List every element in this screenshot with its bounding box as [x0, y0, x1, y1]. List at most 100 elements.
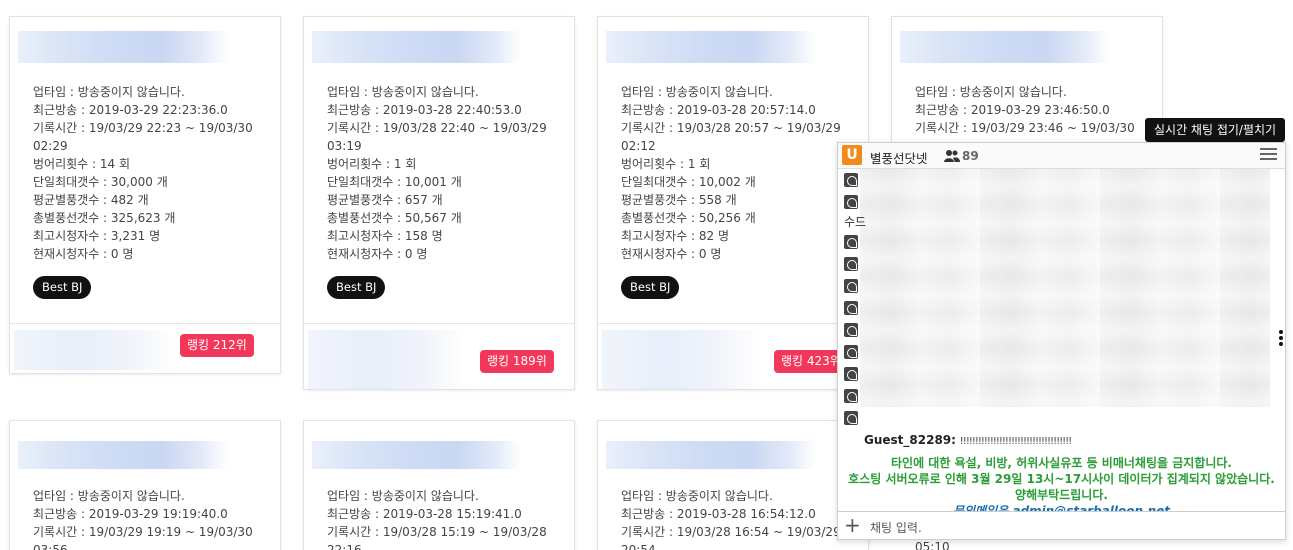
rank-badge-icon [844, 279, 858, 293]
chat-message-guest: Guest_82289: !!!!!!!!!!!!!!!!!!!!!!!!!!!… [844, 433, 1072, 447]
balloon-count-text: 벙어리횟수 : 1 회 [327, 157, 417, 171]
record-time-text: 기록시간 : 19/03/28 22:40 ~ 19/03/29 03:19 [327, 121, 547, 153]
rank-badge-icon [844, 389, 858, 403]
users-icon [944, 150, 960, 162]
recent-broadcast-text: 최근방송 : 2019-03-28 16:54:12.0 [621, 507, 816, 521]
uptime-text: 업타임 : 방송중이지 않습니다. [327, 85, 479, 99]
bj-stats: 업타임 : 방송중이지 않습니다. 최근방송 : 2019-03-29 22:2… [33, 83, 270, 263]
recent-broadcast-text: 최근방송 : 2019-03-28 20:57:14.0 [621, 103, 816, 117]
rank-badge[interactable]: 랭킹 189위 [480, 350, 554, 373]
rank-badge-icon [844, 323, 858, 337]
bj-thumbnail[interactable] [312, 441, 574, 469]
recent-broadcast-text: 최근방송 : 2019-03-29 22:23:36.0 [33, 103, 228, 117]
notice-line-2: 호스팅 서버오류로 인해 3월 29일 13시~17시사이 데이터가 집계되지 … [848, 472, 1275, 486]
uptime-text: 업타임 : 방송중이지 않습니다. [915, 85, 1067, 99]
bj-stats: 업타임 : 방송중이지 않습니다. 최근방송 : 2019-03-28 20:5… [621, 83, 858, 263]
current-viewers-text: 현재시청자수 : 0 명 [621, 247, 722, 261]
rank-badge-icon [844, 367, 858, 381]
notice-mail[interactable]: 문의메일은 admin@starballoon.net [838, 503, 1285, 511]
recent-broadcast-text: 최근방송 : 2019-03-28 15:19:41.0 [327, 507, 522, 521]
record-time-text: 기록시간 : 19/03/28 16:54 ~ 19/03/29 20:54 [621, 525, 841, 550]
bj-stats: 업타임 : 방송중이지 않습니다. 최근방송 : 2019-03-28 22:4… [327, 83, 564, 263]
chat-input[interactable]: 채팅 입력. [870, 519, 922, 536]
single-max-text: 단일최대갯수 : 10,001 개 [327, 175, 462, 189]
rank-badge-icon [844, 345, 858, 359]
bj-thumbnail[interactable] [606, 441, 868, 469]
uptime-text: 업타임 : 방송중이지 않습니다. [33, 489, 185, 503]
record-time-text: 기록시간 : 19/03/29 22:23 ~ 19/03/30 02:29 [33, 121, 253, 153]
bj-card-5[interactable]: 업타임 : 방송중이지 않습니다. 최근방송 : 2019-03-29 19:1… [9, 420, 281, 550]
hidden-card-record-tail: 05:10 [915, 540, 950, 550]
notice-line-3: 양해부탁드립니다. [1015, 488, 1108, 502]
message-fragment: 수드 [844, 215, 867, 229]
page: 업타임 : 방송중이지 않습니다. 최근방송 : 2019-03-29 22:2… [0, 0, 1293, 550]
record-time-text: 기록시간 : 19/03/29 23:46 ~ 19/03/30 [915, 121, 1135, 135]
guest-message: !!!!!!!!!!!!!!!!!!!!!!!!!!!!!!!!!!!!! [959, 436, 1072, 447]
uptime-text: 업타임 : 방송중이지 않습니다. [327, 489, 479, 503]
bj-card-1[interactable]: 업타임 : 방송중이지 않습니다. 최근방송 : 2019-03-29 22:2… [9, 16, 281, 374]
best-bj-badge: Best BJ [327, 276, 386, 299]
plus-icon[interactable]: + [844, 515, 861, 535]
chat-messages[interactable]: 수드 Guest_82289: !!!!!!!!!!!!!!!!!!!!!!!!… [838, 169, 1285, 511]
bj-stats: 업타임 : 방송중이지 않습니다. 최근방송 : 2019-03-28 16:5… [621, 487, 858, 550]
recent-broadcast-text: 최근방송 : 2019-03-29 23:46:50.0 [915, 103, 1110, 117]
rank-badge-icon [844, 257, 858, 271]
vertical-dots-icon[interactable] [1279, 330, 1283, 346]
single-max-text: 단일최대갯수 : 10,002 개 [621, 175, 756, 189]
uptime-text: 업타임 : 방송중이지 않습니다. [621, 489, 773, 503]
avg-balloons-text: 평균별풍갯수 : 482 개 [33, 193, 149, 207]
bj-thumbnail[interactable] [900, 31, 1162, 63]
user-count: 89 [962, 149, 979, 163]
single-max-text: 단일최대갯수 : 30,000 개 [33, 175, 168, 189]
bj-stats: 업타임 : 방송중이지 않습니다. 최근방송 : 2019-03-29 23:4… [915, 83, 1152, 137]
best-bj-badge: Best BJ [33, 276, 92, 299]
bj-stats: 업타임 : 방송중이지 않습니다. 최근방송 : 2019-03-29 19:1… [33, 487, 270, 550]
current-viewers-text: 현재시청자수 : 0 명 [327, 247, 428, 261]
total-balloons-text: 총별풍선갯수 : 325,623 개 [33, 211, 176, 225]
footer-thumbnail[interactable] [308, 330, 468, 389]
avg-balloons-text: 평균별풍갯수 : 558 개 [621, 193, 737, 207]
rank-badge-icon [844, 301, 858, 315]
bj-stats: 업타임 : 방송중이지 않습니다. 최근방송 : 2019-03-28 15:1… [327, 487, 564, 550]
chat-title: 별풍선닷넷 [870, 151, 928, 166]
chat-header: U 별풍선닷넷 89 [838, 143, 1285, 169]
max-viewers-text: 최고시청자수 : 158 명 [327, 229, 443, 243]
bj-thumbnail[interactable] [18, 441, 280, 469]
hamburger-menu-icon[interactable] [1260, 148, 1277, 162]
rank-badge-icon [844, 235, 858, 249]
bj-card-7[interactable]: 업타임 : 방송중이지 않습니다. 최근방송 : 2019-03-28 16:5… [597, 420, 869, 550]
rank-badge[interactable]: 랭킹 212위 [180, 334, 254, 357]
footer-thumbnail[interactable] [14, 330, 174, 370]
live-chat-panel: U 별풍선닷넷 89 수드 Guest_82289: !!!!!!!!!!!!!… [837, 142, 1286, 540]
total-balloons-text: 총별풍선갯수 : 50,256 개 [621, 211, 756, 225]
rank-badge-icon [844, 173, 858, 187]
record-time-text: 기록시간 : 19/03/28 15:19 ~ 19/03/28 22:16 [327, 525, 547, 550]
bj-card-2[interactable]: 업타임 : 방송중이지 않습니다. 최근방송 : 2019-03-28 22:4… [303, 16, 575, 390]
blurred-messages [860, 169, 1270, 407]
footer-thumbnail[interactable] [602, 330, 762, 389]
bj-thumbnail[interactable] [606, 31, 868, 63]
bj-thumbnail[interactable] [312, 31, 574, 63]
notice-line-1: 타인에 대한 욕설, 비방, 허위사실유포 등 비매너채팅을 금지합니다. [890, 456, 1232, 470]
rank-badge-icon [844, 195, 858, 209]
avg-balloons-text: 평균별풍갯수 : 657 개 [327, 193, 443, 207]
current-viewers-text: 현재시청자수 : 0 명 [33, 247, 134, 261]
record-time-text: 기록시간 : 19/03/28 20:57 ~ 19/03/29 02:12 [621, 121, 841, 153]
rank-badge-icon [844, 411, 858, 425]
max-viewers-text: 최고시청자수 : 3,231 명 [33, 229, 161, 243]
chat-input-bar[interactable]: + 채팅 입력. [838, 511, 1285, 539]
balloon-count-text: 벙어리횟수 : 1 회 [621, 157, 711, 171]
chat-toggle-button[interactable]: 실시간 채팅 접기/펼치기 [1145, 118, 1286, 142]
max-viewers-text: 최고시청자수 : 82 명 [621, 229, 730, 243]
bj-card-6[interactable]: 업타임 : 방송중이지 않습니다. 최근방송 : 2019-03-28 15:1… [303, 420, 575, 550]
bj-card-4[interactable]: 업타임 : 방송중이지 않습니다. 최근방송 : 2019-03-29 23:4… [891, 16, 1163, 146]
bj-card-3[interactable]: 업타임 : 방송중이지 않습니다. 최근방송 : 2019-03-28 20:5… [597, 16, 869, 390]
bj-thumbnail[interactable] [18, 31, 280, 63]
u-logo-icon: U [842, 145, 862, 165]
chat-notice: 타인에 대한 욕설, 비방, 허위사실유포 등 비매너채팅을 금지합니다. 호스… [838, 455, 1285, 511]
uptime-text: 업타임 : 방송중이지 않습니다. [621, 85, 773, 99]
record-time-text: 기록시간 : 19/03/29 19:19 ~ 19/03/30 03:56 [33, 525, 253, 550]
best-bj-badge: Best BJ [621, 276, 680, 299]
total-balloons-text: 총별풍선갯수 : 50,567 개 [327, 211, 462, 225]
balloon-count-text: 벙어리횟수 : 14 회 [33, 157, 130, 171]
